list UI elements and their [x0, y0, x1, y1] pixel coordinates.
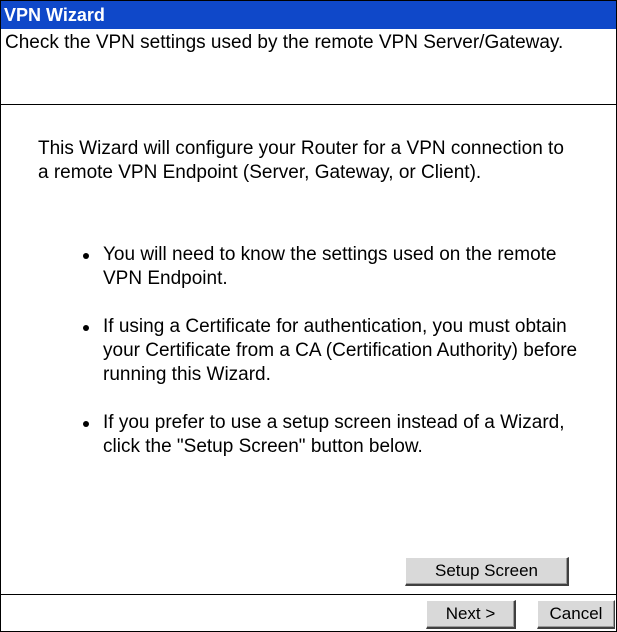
bullet-text: If using a Certificate for authenticatio…: [103, 316, 578, 385]
wizard-footer: Next > Cancel: [1, 595, 616, 631]
bullet-item-setup-screen: If you prefer to use a setup screen inst…: [81, 411, 581, 459]
next-button[interactable]: Next >: [426, 600, 516, 629]
vpn-wizard-window: VPN Wizard Check the VPN settings used b…: [0, 0, 617, 632]
wizard-title: VPN Wizard: [1, 1, 616, 29]
wizard-content: This Wizard will configure your Router f…: [1, 105, 616, 595]
bullet-icon: [83, 253, 89, 259]
bullet-text: You will need to know the settings used …: [103, 244, 557, 289]
bullet-icon: [83, 325, 89, 331]
bullet-item-certificate: If using a Certificate for authenticatio…: [81, 315, 581, 387]
bullet-text: If you prefer to use a setup screen inst…: [103, 412, 565, 457]
bullet-item-endpoint-settings: You will need to know the settings used …: [81, 243, 581, 291]
cancel-button[interactable]: Cancel: [537, 600, 615, 629]
wizard-subtitle: Check the VPN settings used by the remot…: [1, 29, 616, 105]
bullet-icon: [83, 421, 89, 427]
intro-text: This Wizard will configure your Router f…: [38, 138, 564, 183]
info-bullet-list: You will need to know the settings used …: [81, 243, 581, 483]
setup-screen-button[interactable]: Setup Screen: [405, 557, 569, 586]
